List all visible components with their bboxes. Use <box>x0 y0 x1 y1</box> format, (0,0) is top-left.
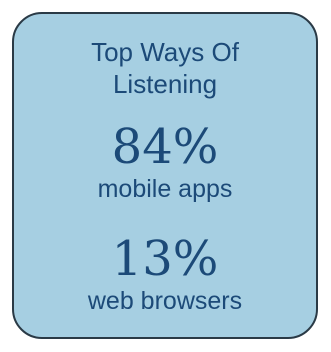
stat-value-web-browsers: 13% <box>111 231 219 287</box>
card-title-line-1: Top Ways Of <box>91 37 239 67</box>
card-title: Top Ways Of Listening <box>14 36 316 100</box>
listening-stats-card: Top Ways Of Listening 84% mobile apps 13… <box>12 12 318 339</box>
stat-label-mobile-apps: mobile apps <box>97 175 233 203</box>
card-title-line-2: Listening <box>112 69 218 99</box>
stat-value-mobile-apps: 84% <box>111 119 219 175</box>
stat-label-web-browsers: web browsers <box>87 287 243 315</box>
